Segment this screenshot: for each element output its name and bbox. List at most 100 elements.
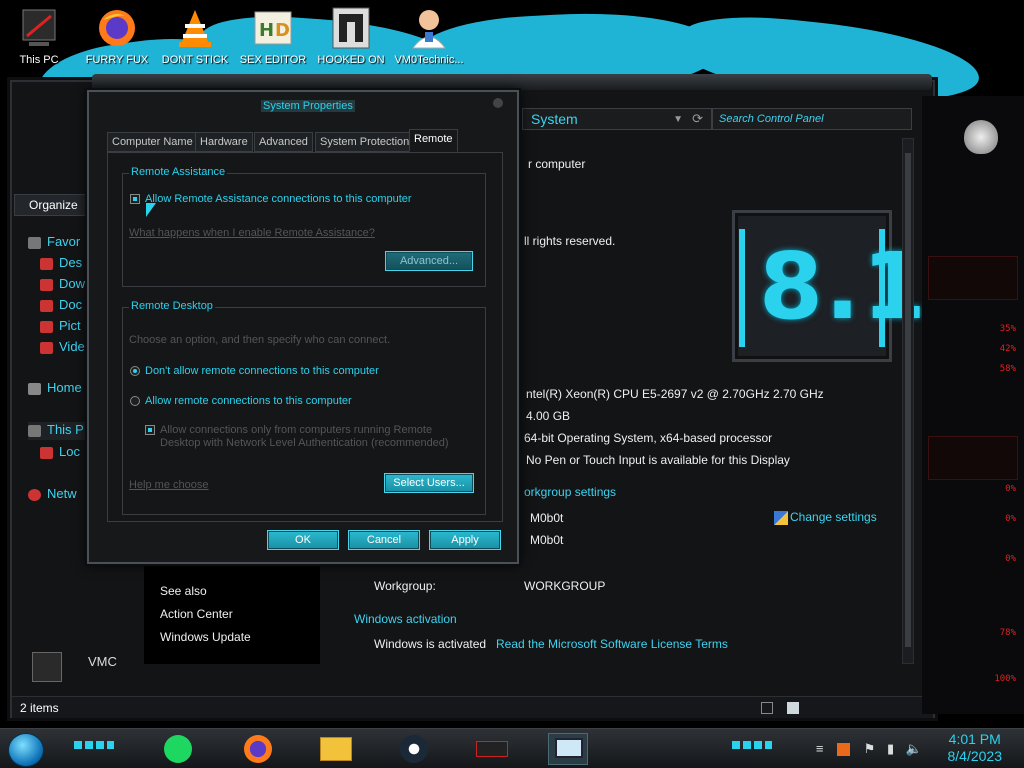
organize-button[interactable]: Organize — [14, 194, 90, 216]
advanced-button[interactable]: Advanced... — [385, 251, 473, 271]
nav-network[interactable]: Netw — [28, 486, 77, 504]
network-icon — [28, 488, 41, 501]
pc-icon — [17, 6, 61, 50]
system-tray: ≡ ⚑ ▮ 🔈 — [816, 741, 922, 757]
desktop-icon-sex-editor[interactable]: HD SEX EDITOR — [236, 6, 310, 66]
allow-remote-assistance-checkbox[interactable] — [130, 194, 140, 204]
action-center-link[interactable]: Action Center — [160, 607, 233, 621]
tab-computer-name[interactable]: Computer Name — [107, 132, 198, 152]
see-also-panel: See also Action Center Windows Update — [144, 564, 320, 664]
activation-status: Windows is activated — [374, 637, 487, 651]
large-icons-view-icon[interactable] — [787, 702, 799, 714]
desktop-icon — [40, 257, 53, 270]
apply-button[interactable]: Apply — [429, 530, 501, 550]
address-bar[interactable]: System ▼ ⟳ — [522, 108, 712, 130]
vertical-scrollbar[interactable] — [902, 138, 914, 664]
chevron-down-icon[interactable]: ▼ — [673, 114, 683, 125]
change-settings-link[interactable]: Change settings — [774, 510, 877, 525]
nav-downloads[interactable]: Dow — [40, 276, 85, 294]
nla-label-line2: Desktop with Network Level Authenticatio… — [160, 437, 449, 449]
star-icon — [28, 236, 41, 249]
cancel-button[interactable]: Cancel — [348, 530, 420, 550]
deny-remote-label[interactable]: Don't allow remote connections to this c… — [145, 365, 379, 377]
help-me-choose-link[interactable]: Help me choose — [129, 479, 209, 491]
svg-text:D: D — [275, 20, 290, 41]
flag-icon[interactable]: ⚑ — [864, 741, 876, 756]
firefox-icon — [244, 735, 272, 763]
computer-name-value: M0b0t — [530, 511, 564, 525]
taskbar-spotify[interactable] — [158, 733, 198, 765]
gauge-label: 42% — [999, 344, 1016, 354]
desktop-icon-label: VM0Technic... — [394, 54, 464, 66]
search-input[interactable]: Search Control Panel — [712, 108, 912, 130]
desktop-icon-vm0technic[interactable]: VM0Technic... — [392, 6, 466, 66]
hooked-icon — [329, 6, 373, 50]
nav-label: Des — [59, 255, 83, 270]
desktop-icon-furry-fux[interactable]: FURRY FUX — [80, 6, 154, 66]
gauge-label: 0% — [1005, 514, 1016, 524]
ram-value: 4.00 GB — [526, 409, 571, 423]
system-properties-dialog: System Properties Computer Name Hardware… — [87, 90, 519, 564]
windows-version-logo: 8.1 — [732, 210, 926, 362]
desktop-icon-dont-stick[interactable]: DONT STICK — [158, 6, 232, 66]
desktop-icon-label: FURRY FUX — [85, 54, 149, 66]
pc-icon — [28, 424, 41, 437]
workgroup-settings-heading: orkgroup settings — [524, 485, 617, 499]
nav-label: Doc — [59, 297, 83, 312]
windows-update-link[interactable]: Windows Update — [160, 630, 251, 644]
tab-advanced[interactable]: Advanced — [254, 132, 313, 152]
tab-remote[interactable]: Remote — [409, 129, 458, 152]
ok-button[interactable]: OK — [267, 530, 339, 550]
nav-documents[interactable]: Doc — [40, 297, 82, 315]
remote-assistance-help-link[interactable]: What happens when I enable Remote Assist… — [129, 227, 375, 239]
taskbar-firefox[interactable] — [238, 733, 278, 765]
taskbar-steam[interactable] — [394, 733, 434, 765]
clock[interactable]: 4:01 PM 8/4/2023 — [948, 731, 1003, 765]
nav-favorites[interactable]: Favor — [28, 234, 80, 252]
start-button[interactable] — [8, 733, 44, 767]
taskbar-file-explorer[interactable] — [316, 733, 356, 765]
refresh-icon[interactable]: ⟳ — [692, 111, 703, 127]
taskbar-remote-desktop[interactable] — [548, 733, 588, 765]
deny-remote-radio[interactable] — [130, 366, 140, 376]
tab-system-protection[interactable]: System Protection — [315, 132, 415, 152]
allow-remote-assistance-label[interactable]: Allow Remote Assistance connections to t… — [145, 193, 412, 205]
download-icon — [40, 278, 53, 291]
details-view-icon[interactable] — [761, 702, 773, 714]
nav-videos[interactable]: Vide — [40, 339, 85, 357]
full-computer-name-value: M0b0t — [530, 533, 564, 547]
nav-label: Favor — [47, 234, 81, 249]
desktop-icon-hooked-on[interactable]: HOOKED ON — [314, 6, 388, 66]
license-terms-link[interactable]: Read the Microsoft Software License Term… — [496, 637, 728, 651]
nav-label: Dow — [59, 276, 86, 291]
window-frame — [92, 74, 932, 90]
tab-hardware[interactable]: Hardware — [195, 132, 253, 152]
close-icon[interactable] — [493, 98, 503, 108]
address-text: System — [531, 111, 578, 127]
vmc-label: VMC — [88, 654, 117, 669]
volume-icon[interactable]: 🔈 — [906, 741, 922, 756]
allow-remote-label[interactable]: Allow remote connections to this compute… — [145, 395, 352, 407]
shield-icon — [774, 510, 788, 525]
nav-desktop[interactable]: Des — [40, 255, 82, 273]
nav-homegroup[interactable]: Home — [28, 380, 82, 398]
select-users-button[interactable]: Select Users... — [384, 473, 474, 493]
network-icon[interactable]: ▮ — [887, 741, 894, 756]
power-icon[interactable] — [837, 743, 851, 757]
svg-text:H: H — [259, 20, 274, 41]
remote-tab-panel: Remote Assistance Allow Remote Assistanc… — [107, 152, 503, 522]
nla-checkbox[interactable] — [145, 425, 155, 435]
taskbar-alienware[interactable] — [472, 733, 512, 765]
nav-pictures[interactable]: Pict — [40, 318, 81, 336]
see-also-heading: See also — [160, 584, 207, 598]
pen-touch-value: No Pen or Touch Input is available for t… — [526, 453, 790, 467]
desktop-icon-this-pc[interactable]: This PC — [2, 6, 76, 66]
gauge-label: 58% — [999, 364, 1016, 374]
alien-sidebar-gadget: 35% 42% 58% 0% 0% 0% 78% 100% — [922, 96, 1024, 714]
show-hidden-icons-icon[interactable]: ≡ — [816, 741, 824, 756]
allow-remote-radio[interactable] — [130, 396, 140, 406]
videos-icon — [40, 341, 53, 354]
nav-local-disk[interactable]: Loc — [40, 444, 80, 462]
nav-label: This P — [47, 422, 84, 437]
scrollbar-thumb[interactable] — [905, 153, 911, 647]
